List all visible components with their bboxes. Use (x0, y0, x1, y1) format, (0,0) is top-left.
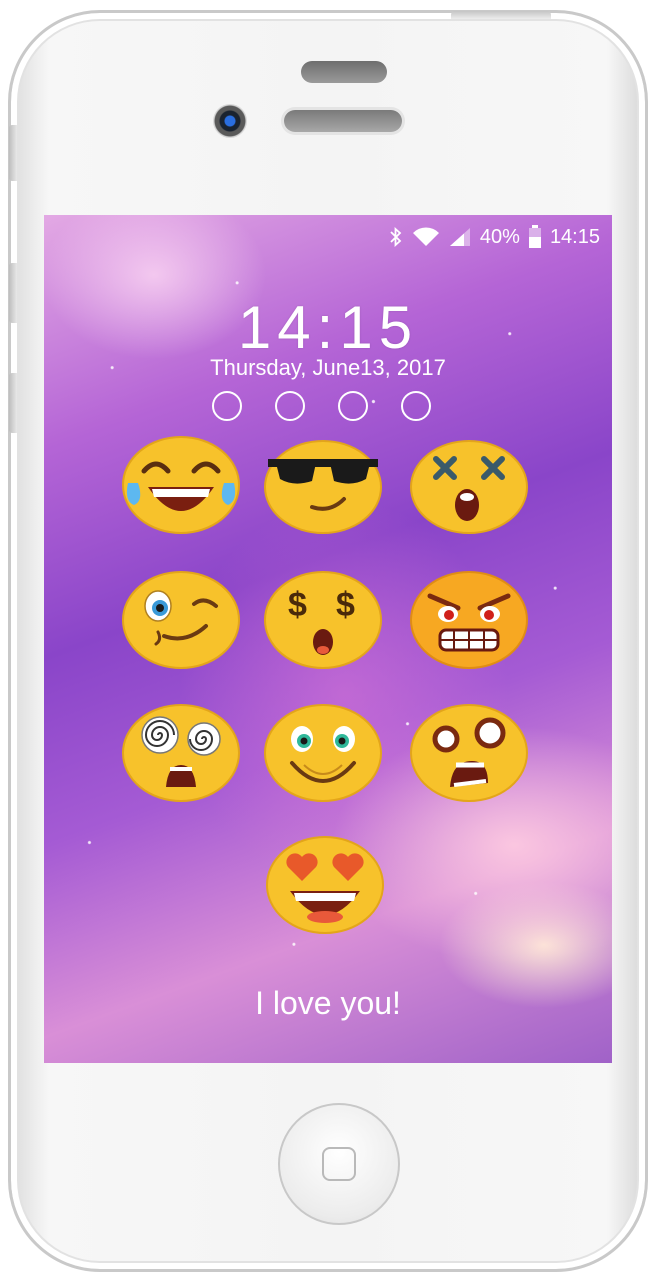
pin-dot (401, 391, 431, 421)
front-camera (213, 104, 247, 138)
svg-text:$: $ (288, 586, 307, 624)
tears-of-joy-emoji[interactable] (122, 435, 240, 535)
bluetooth-icon (388, 226, 404, 248)
status-time: 14:15 (549, 225, 600, 248)
pin-indicator (212, 391, 431, 421)
wifi-icon (412, 226, 440, 248)
volume-up-button (9, 263, 17, 323)
lock-date: Thursday, June13, 2017 (210, 355, 446, 380)
shocked-emoji[interactable] (410, 703, 528, 803)
pin-dot (338, 391, 368, 421)
sunglasses-emoji[interactable] (264, 435, 382, 535)
earpiece-speaker (284, 110, 402, 132)
battery-icon (528, 225, 542, 249)
pin-dot (275, 391, 305, 421)
money-eyes-emoji[interactable]: $ $ (264, 570, 382, 670)
lock-clock: 14:15 (237, 294, 419, 361)
dizzy-x-eyes-emoji[interactable] (410, 435, 528, 535)
svg-text:$: $ (336, 586, 355, 624)
lock-caption: I love you! (255, 985, 401, 1021)
hypnotized-emoji[interactable] (122, 703, 240, 803)
heart-eyes-emoji[interactable] (266, 835, 384, 935)
proximity-sensor (301, 61, 387, 83)
signal-icon (448, 227, 472, 247)
battery-percent: 40% (479, 225, 520, 248)
mute-switch (9, 125, 17, 181)
angry-emoji[interactable] (410, 570, 528, 670)
home-button[interactable] (278, 1103, 400, 1225)
smiling-emoji[interactable] (264, 703, 382, 803)
volume-down-button (9, 373, 17, 433)
pin-dot (212, 391, 242, 421)
power-button (451, 11, 551, 19)
winking-emoji[interactable] (122, 570, 240, 670)
home-square-icon (322, 1147, 356, 1181)
status-bar: 40% 14:15 (388, 225, 600, 249)
lock-screen: 40% 14:15 14:15 Thursday, June13, 2017 $… (44, 215, 612, 1063)
